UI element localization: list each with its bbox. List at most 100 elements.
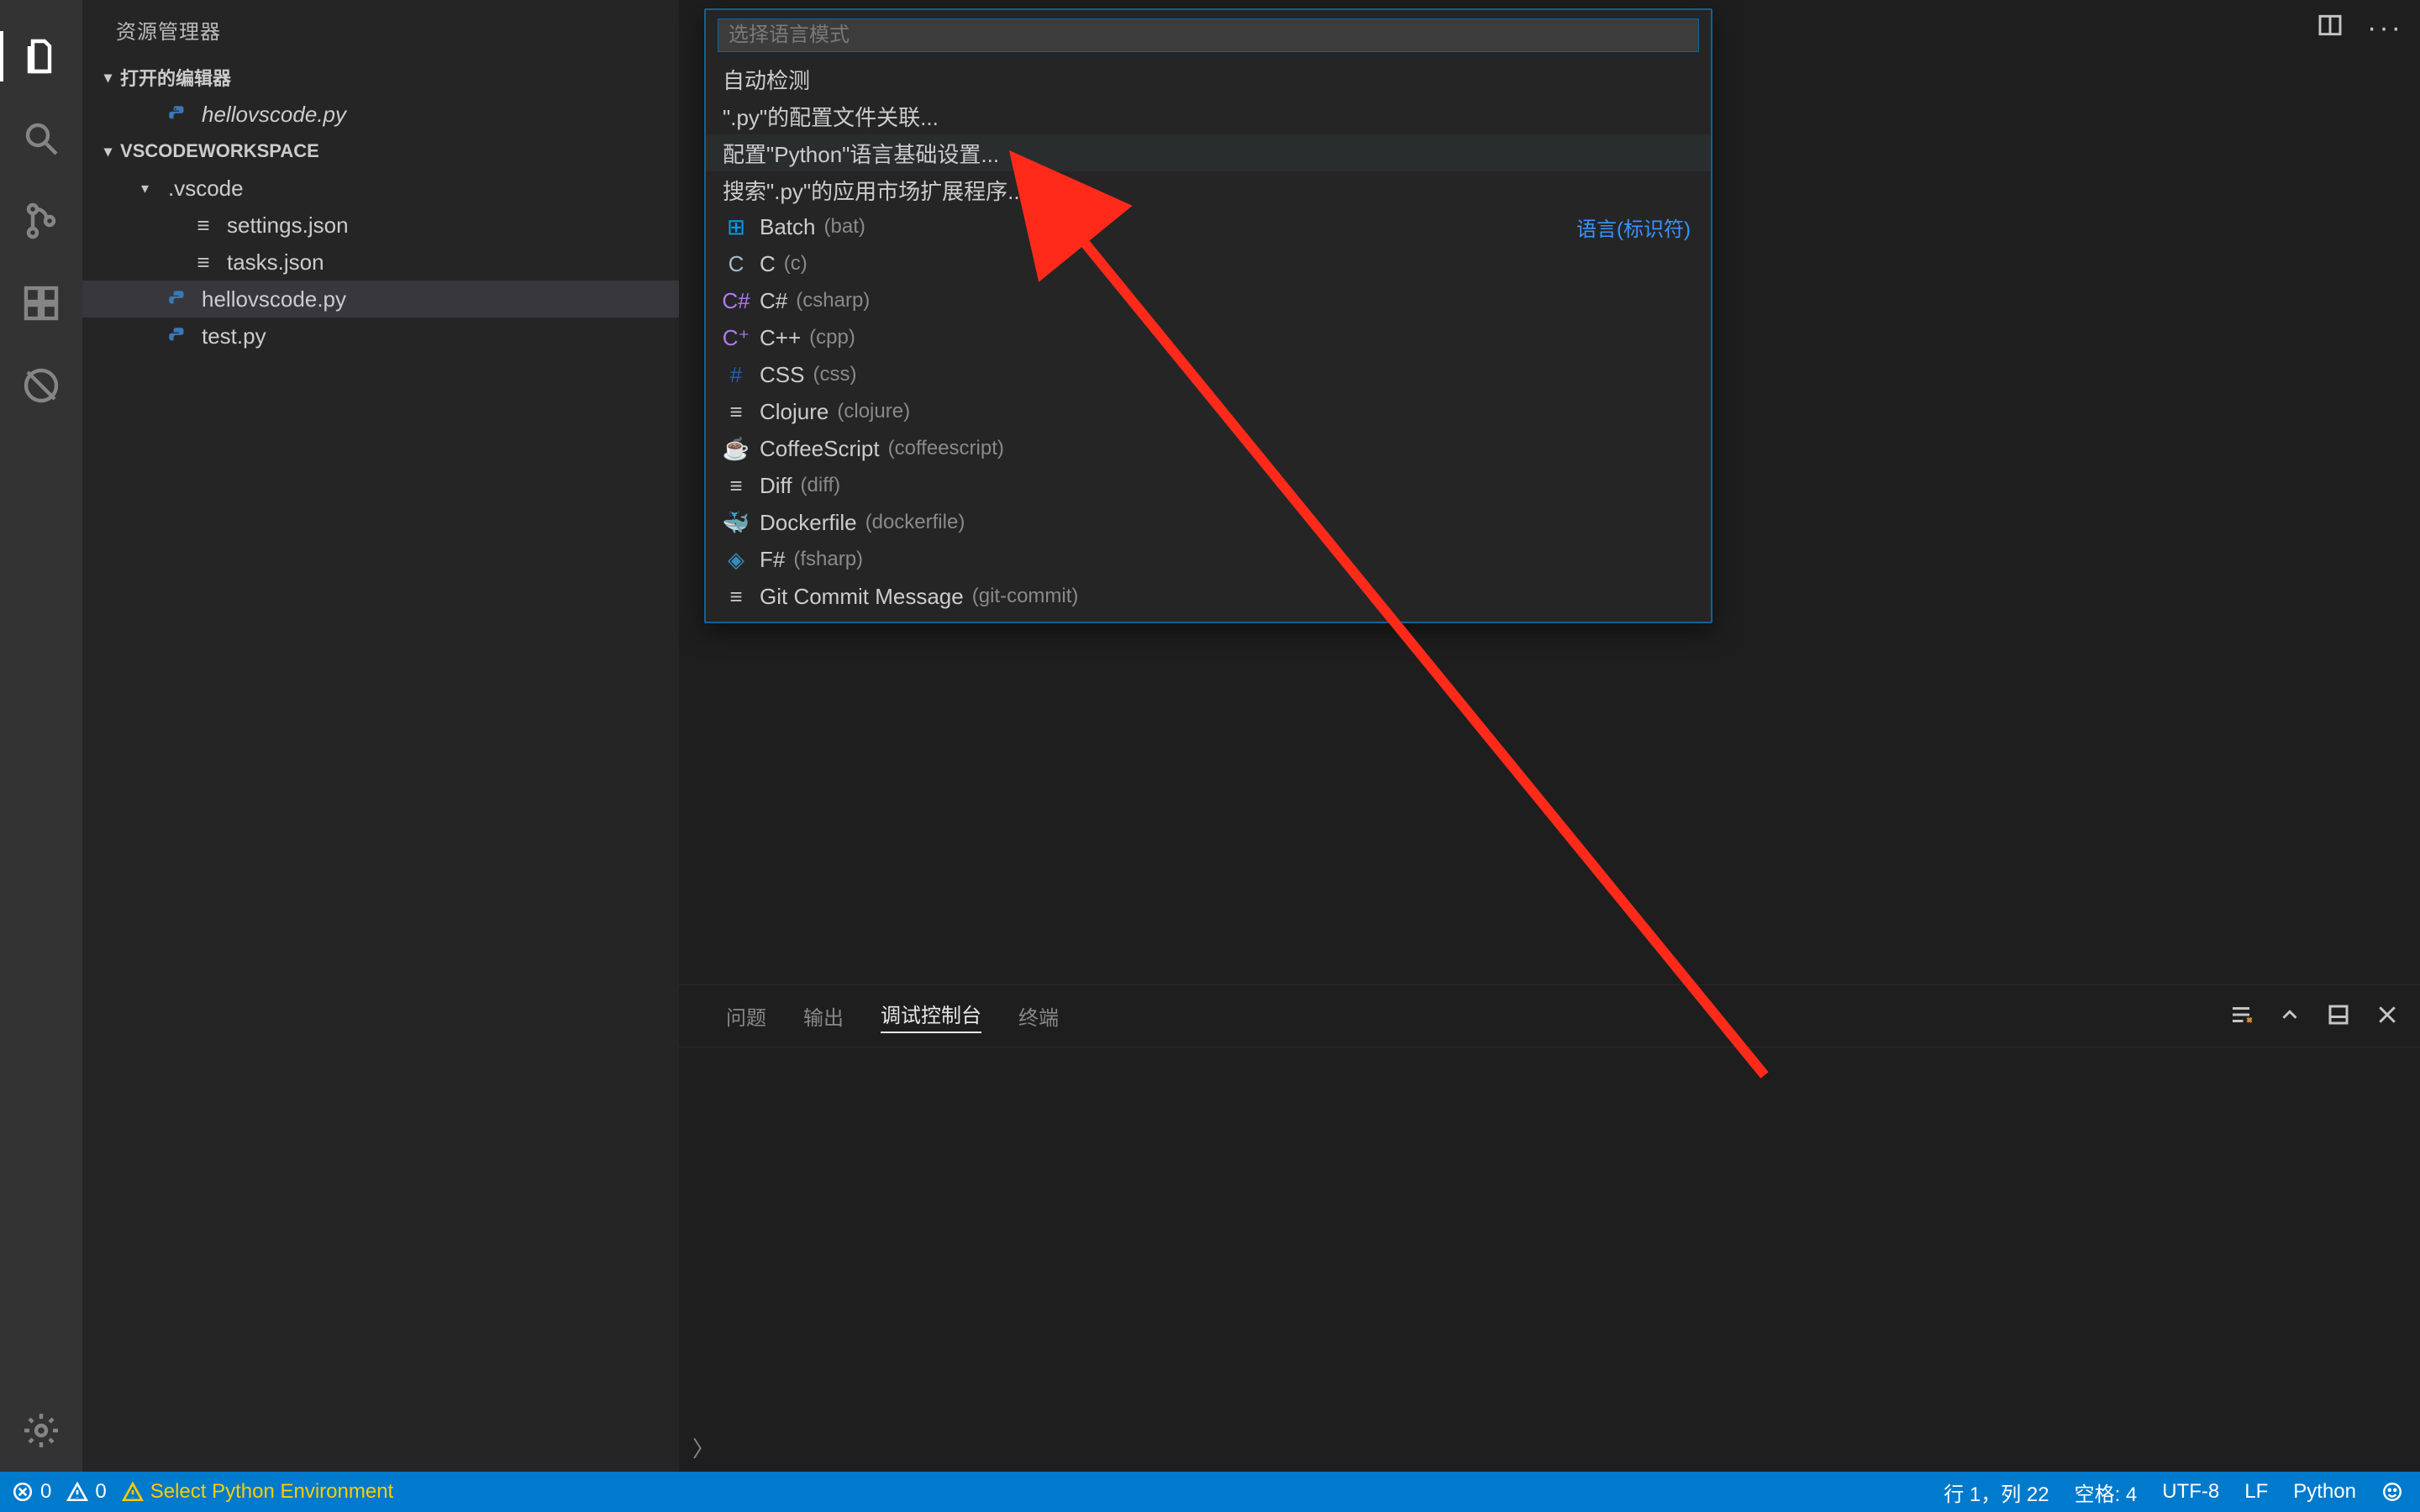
- side-bar-explorer: 资源管理器 ▾ 打开的编辑器 hellovscode.py ▾ VSCODEWO…: [82, 0, 679, 1472]
- language-name: Clojure: [760, 399, 829, 425]
- quickpick-language-mode: 自动检测 ".py"的配置文件关联... 配置"Python"语言基础设置...…: [704, 8, 1712, 623]
- open-editors-header[interactable]: ▾ 打开的编辑器: [82, 59, 679, 96]
- language-id: git-commit: [979, 585, 1072, 607]
- maximize-panel-icon[interactable]: [2326, 1002, 2351, 1033]
- panel-tab-terminal[interactable]: 终端: [1018, 1001, 1059, 1031]
- collapse-panel-icon[interactable]: [2277, 1002, 2302, 1033]
- debug-console-prompt-icon[interactable]: 〉: [692, 1432, 714, 1463]
- language-id: bat: [831, 215, 859, 238]
- activity-settings-icon[interactable]: [0, 1389, 82, 1472]
- status-select-python-env[interactable]: Select Python Environment: [122, 1480, 394, 1504]
- status-language-mode[interactable]: Python: [2293, 1480, 2356, 1504]
- quickpick-item-configure-file-assoc[interactable]: ".py"的配置文件关联...: [706, 97, 1711, 134]
- activity-extensions-icon[interactable]: [0, 262, 82, 344]
- language-icon: ≡: [723, 475, 750, 496]
- file-label: settings.json: [227, 213, 349, 239]
- language-id: diff: [808, 474, 834, 496]
- open-editor-filename: hellovscode.py: [202, 102, 346, 128]
- workspace-label: VSCODEWORKSPACE: [120, 140, 319, 162]
- quickpick-item-label: ".py"的配置文件关联...: [723, 101, 939, 132]
- quickpick-language-item[interactable]: 🐳 Dockerfile (dockerfile): [706, 504, 1711, 541]
- language-icon: C: [723, 253, 750, 275]
- language-id: css: [819, 363, 850, 386]
- quickpick-language-item[interactable]: ⊞ Batch (bat) 语言(标识符): [706, 208, 1711, 245]
- language-id: dockerfile: [872, 511, 959, 533]
- language-icon: C⁺: [723, 327, 750, 349]
- activity-bar: [0, 0, 82, 1472]
- language-icon: ◈: [723, 549, 750, 570]
- status-feedback-icon[interactable]: [2381, 1481, 2403, 1503]
- file-label: hellovscode.py: [202, 286, 346, 312]
- status-errors[interactable]: 0: [12, 1480, 51, 1504]
- quickpick-language-item[interactable]: ≡ Clojure (clojure): [706, 393, 1711, 430]
- panel-tab-debug-console[interactable]: 调试控制台: [881, 999, 981, 1033]
- tree-file-settings-json[interactable]: ≡ settings.json: [82, 207, 679, 244]
- status-ln-col[interactable]: 行 1，列 22: [1944, 1478, 2049, 1507]
- chevron-down-icon: ▾: [141, 180, 161, 197]
- status-errors-count: 0: [40, 1480, 51, 1504]
- close-panel-icon[interactable]: [2375, 1002, 2400, 1033]
- quickpick-item-search-marketplace[interactable]: 搜索".py"的应用市场扩展程序...: [706, 171, 1711, 208]
- tree-file-tasks-json[interactable]: ≡ tasks.json: [82, 244, 679, 281]
- language-name: Git Commit Message: [760, 584, 964, 610]
- language-name: C: [760, 251, 776, 277]
- split-editor-icon[interactable]: [2317, 12, 2344, 45]
- language-name: Dockerfile: [760, 510, 857, 536]
- tree-file-hellovscode[interactable]: hellovscode.py: [82, 281, 679, 318]
- panel-tab-output[interactable]: 输出: [803, 1001, 844, 1031]
- more-actions-icon[interactable]: ···: [2367, 12, 2403, 45]
- status-eol[interactable]: LF: [2244, 1480, 2268, 1504]
- activity-debug-icon[interactable]: [0, 344, 82, 427]
- json-file-icon: ≡: [192, 250, 215, 274]
- tree-file-test-py[interactable]: test.py: [82, 318, 679, 354]
- language-name: Batch: [760, 214, 816, 240]
- quickpick-language-item[interactable]: ≡ Git Commit Message (git-commit): [706, 578, 1711, 615]
- titlebar-actions: ···: [2317, 12, 2403, 45]
- language-icon: ⊞: [723, 216, 750, 238]
- quickpick-language-item[interactable]: C⁺ C++ (cpp): [706, 319, 1711, 356]
- panel: 问题 输出 调试控制台 终端 〉: [679, 984, 2420, 1472]
- quickpick-item-label: 搜索".py"的应用市场扩展程序...: [723, 175, 1026, 206]
- language-name: CoffeeScript: [760, 436, 880, 462]
- python-file-icon: [166, 287, 190, 311]
- language-id: clojure: [844, 400, 903, 423]
- status-select-env-label: Select Python Environment: [150, 1480, 394, 1504]
- activity-explorer-icon[interactable]: [0, 15, 82, 97]
- open-editor-item[interactable]: hellovscode.py: [82, 96, 679, 133]
- activity-scm-icon[interactable]: [0, 180, 82, 262]
- json-file-icon: ≡: [192, 213, 215, 237]
- quickpick-item-label: 配置"Python"语言基础设置...: [723, 138, 999, 169]
- language-id: fsharp: [800, 548, 856, 570]
- status-encoding[interactable]: UTF-8: [2162, 1480, 2219, 1504]
- tree-folder-vscode[interactable]: ▾ .vscode: [82, 170, 679, 207]
- quickpick-language-item[interactable]: C C (c): [706, 245, 1711, 282]
- quickpick-item-auto-detect[interactable]: 自动检测: [706, 60, 1711, 97]
- panel-actions: [2228, 1002, 2400, 1033]
- quickpick-list: 自动检测 ".py"的配置文件关联... 配置"Python"语言基础设置...…: [706, 60, 1711, 622]
- status-indent[interactable]: 空格: 4: [2075, 1478, 2138, 1507]
- workspace-header[interactable]: ▾ VSCODEWORKSPACE: [82, 133, 679, 170]
- language-icon: #: [723, 364, 750, 386]
- quickpick-language-item[interactable]: ☕ CoffeeScript (coffeescript): [706, 430, 1711, 467]
- activity-search-icon[interactable]: [0, 97, 82, 180]
- language-icon: ≡: [723, 401, 750, 423]
- language-name: Diff: [760, 473, 792, 499]
- quickpick-input[interactable]: [718, 18, 1699, 52]
- chevron-down-icon: ▾: [104, 143, 112, 160]
- quickpick-right-hint: 语言(标识符): [1576, 213, 1691, 242]
- language-name: F#: [760, 547, 785, 573]
- quickpick-item-configure-python-basics[interactable]: 配置"Python"语言基础设置...: [706, 134, 1711, 171]
- open-editors-label: 打开的编辑器: [120, 64, 231, 91]
- quickpick-language-item[interactable]: # CSS (css): [706, 356, 1711, 393]
- panel-tab-problems[interactable]: 问题: [726, 1001, 766, 1031]
- status-warnings[interactable]: 0: [66, 1480, 106, 1504]
- language-id: c: [791, 252, 801, 275]
- quickpick-language-item[interactable]: C# C# (csharp): [706, 282, 1711, 319]
- language-id: csharp: [802, 289, 863, 312]
- quickpick-language-item[interactable]: ≡ Diff (diff): [706, 467, 1711, 504]
- quickpick-item-label: 自动检测: [723, 64, 810, 95]
- quickpick-language-item[interactable]: ◈ F# (fsharp): [706, 541, 1711, 578]
- clear-console-icon[interactable]: [2228, 1002, 2254, 1033]
- language-icon: ≡: [723, 585, 750, 607]
- language-name: C#: [760, 288, 787, 314]
